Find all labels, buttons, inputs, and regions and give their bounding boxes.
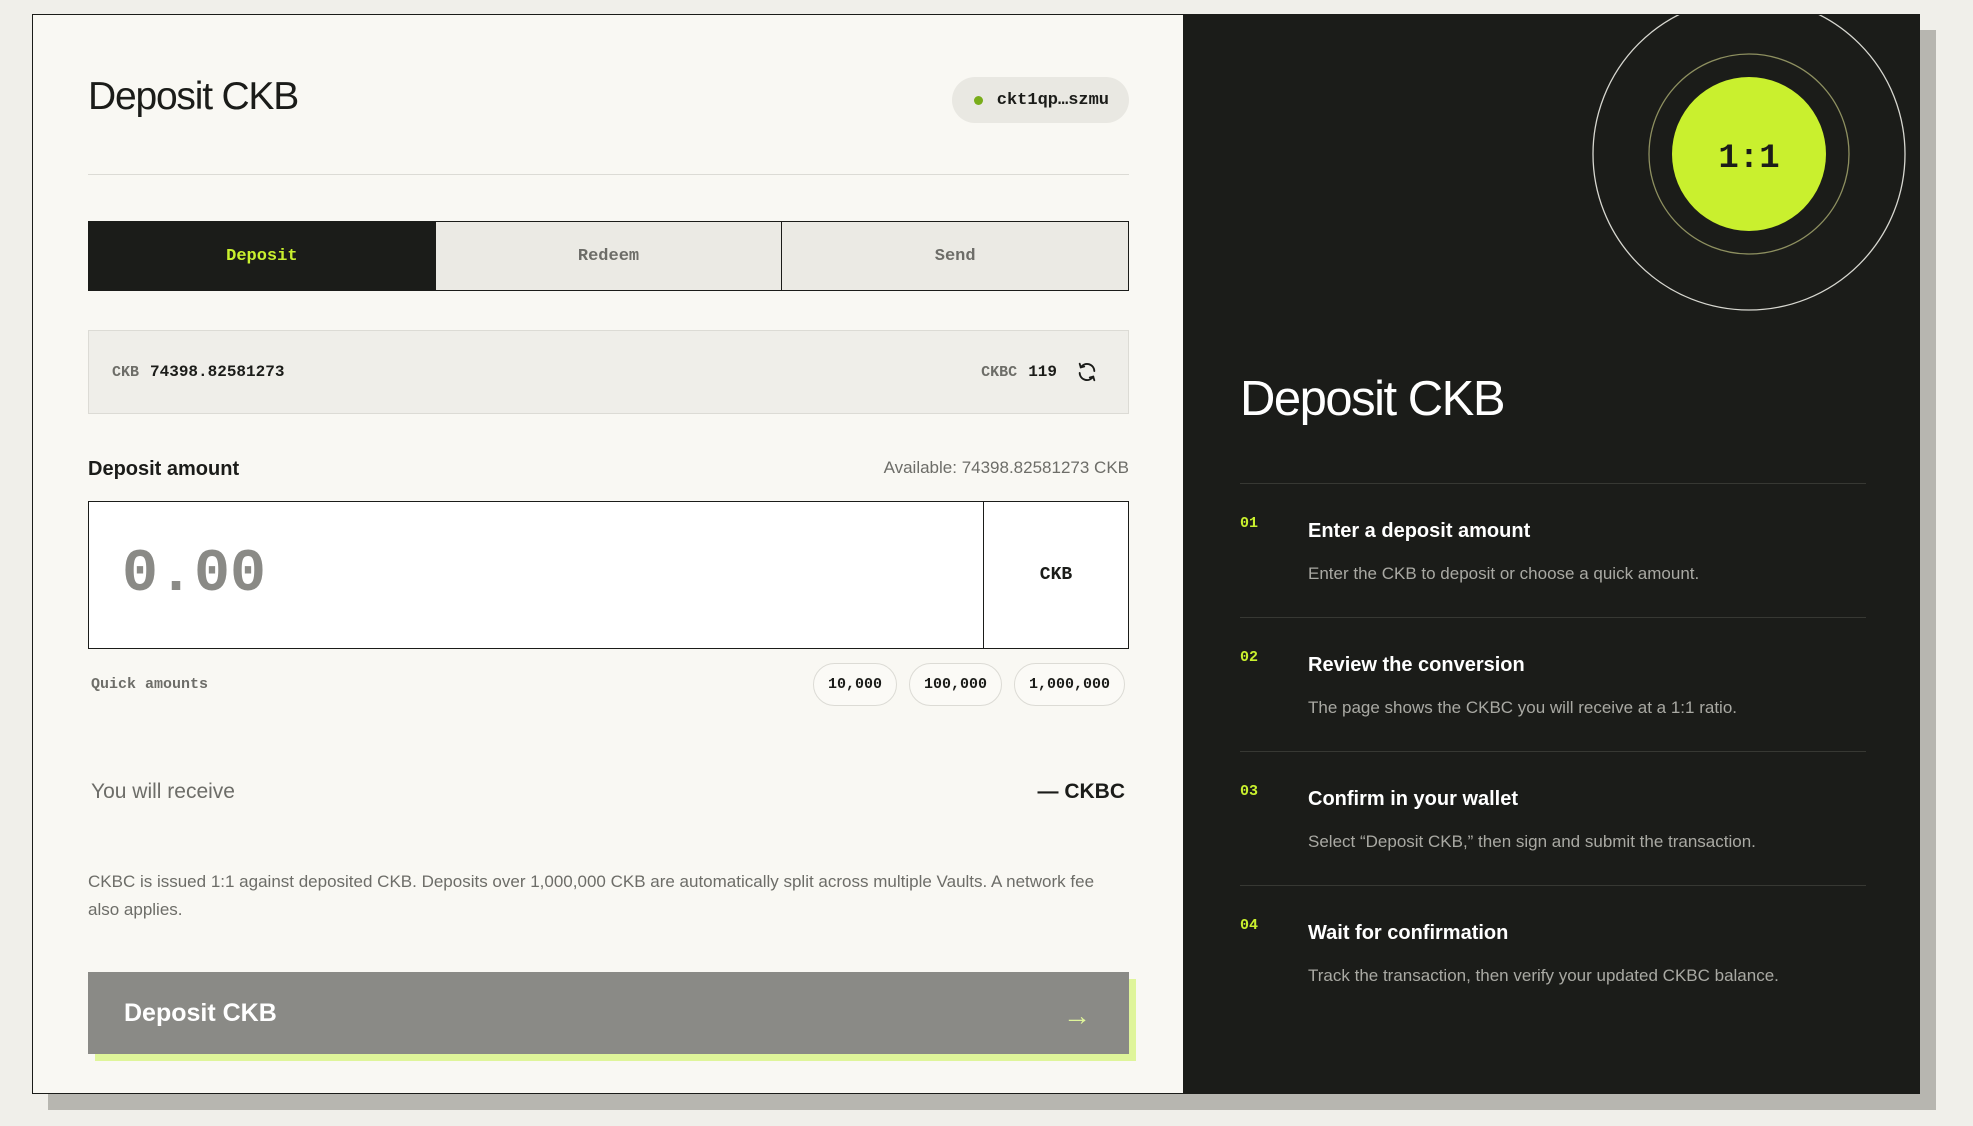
step-item: 02 Review the conversion The page shows …: [1240, 617, 1866, 751]
step-number: 02: [1240, 649, 1259, 666]
ckb-balance: CKB 74398.82581273: [112, 363, 284, 381]
step-description: The page shows the CKBC you will receive…: [1308, 698, 1737, 717]
amount-unit: CKB: [983, 502, 1128, 648]
amount-field: CKB: [88, 501, 1129, 649]
tab-label: Redeem: [577, 246, 640, 266]
step-number: 03: [1240, 783, 1259, 800]
deposit-submit-button[interactable]: Deposit CKB →: [88, 972, 1129, 1054]
quick-amount-10000-button[interactable]: 10,000: [812, 663, 897, 706]
step-title: Review the conversion: [1308, 654, 1525, 676]
wallet-address: ckt1qp…szmu: [996, 90, 1109, 110]
ckbc-balance-value: 119: [1028, 363, 1057, 381]
tab-label: Send: [934, 246, 976, 266]
action-tabs: Deposit Redeem Send: [88, 221, 1129, 291]
submit-label: Deposit CKB: [124, 998, 277, 1027]
tab-label: Deposit: [226, 246, 298, 266]
ratio-orbit-graphic: 1:1: [1592, 15, 1906, 311]
step-description: Enter the CKB to deposit or choose a qui…: [1308, 564, 1700, 583]
ckb-balance-label: CKB: [112, 363, 140, 381]
step-description: Select “Deposit CKB,” then sign and subm…: [1308, 832, 1756, 851]
receive-label: You will receive: [91, 780, 235, 803]
deposit-form-panel: Deposit CKB ckt1qp…szmu Deposit Redeem S…: [33, 15, 1183, 1093]
refresh-icon[interactable]: [1076, 361, 1098, 383]
balance-bar: CKB 74398.82581273 CKBC 119: [88, 330, 1129, 414]
quick-amounts-label: Quick amounts: [91, 676, 209, 693]
step-description: Track the transaction, then verify your …: [1308, 966, 1779, 985]
deposit-amount-label: Deposit amount: [88, 458, 240, 480]
page-title: Deposit CKB: [88, 75, 299, 118]
receive-value: — CKBC: [1037, 780, 1126, 803]
step-item: 04 Wait for confirmation Track the trans…: [1240, 885, 1866, 1019]
quick-amounts: 10,000 100,000 1,000,000: [812, 663, 1125, 706]
step-number: 01: [1240, 515, 1259, 532]
deposit-amount-input[interactable]: [89, 502, 983, 648]
tab-redeem[interactable]: Redeem: [434, 222, 782, 290]
header-divider: [88, 174, 1129, 175]
info-title: Deposit CKB: [1240, 372, 1506, 426]
step-number: 04: [1240, 917, 1259, 934]
steps-list: 01 Enter a deposit amount Enter the CKB …: [1240, 483, 1866, 1019]
quick-amount-1000000-button[interactable]: 1,000,000: [1013, 663, 1125, 706]
wallet-address-badge[interactable]: ckt1qp…szmu: [951, 77, 1129, 123]
step-item: 01 Enter a deposit amount Enter the CKB …: [1240, 483, 1866, 617]
quick-amount-100000-button[interactable]: 100,000: [908, 663, 1002, 706]
deposit-note: CKBC is issued 1:1 against deposited CKB…: [88, 872, 1095, 919]
arrow-right-icon: →: [1063, 1000, 1091, 1031]
deposit-card: Deposit CKB ckt1qp…szmu Deposit Redeem S…: [32, 14, 1920, 1094]
ckbc-balance-label: CKBC: [981, 363, 1018, 381]
ckbc-balance: CKBC 119: [981, 361, 1098, 383]
tab-send[interactable]: Send: [781, 222, 1129, 290]
available-balance: Available: 74398.82581273 CKB: [883, 458, 1129, 477]
step-title: Wait for confirmation: [1308, 922, 1509, 944]
ratio-text: 1:1: [1718, 140, 1779, 178]
step-title: Enter a deposit amount: [1308, 520, 1531, 542]
step-title: Confirm in your wallet: [1308, 788, 1519, 810]
connected-status-dot: [973, 95, 983, 105]
info-panel: 1:1 Deposit CKB 01 Enter a deposit amoun…: [1183, 15, 1919, 1093]
tab-deposit[interactable]: Deposit: [89, 222, 435, 290]
step-item: 03 Confirm in your wallet Select “Deposi…: [1240, 751, 1866, 885]
ckb-balance-value: 74398.82581273: [150, 363, 285, 381]
